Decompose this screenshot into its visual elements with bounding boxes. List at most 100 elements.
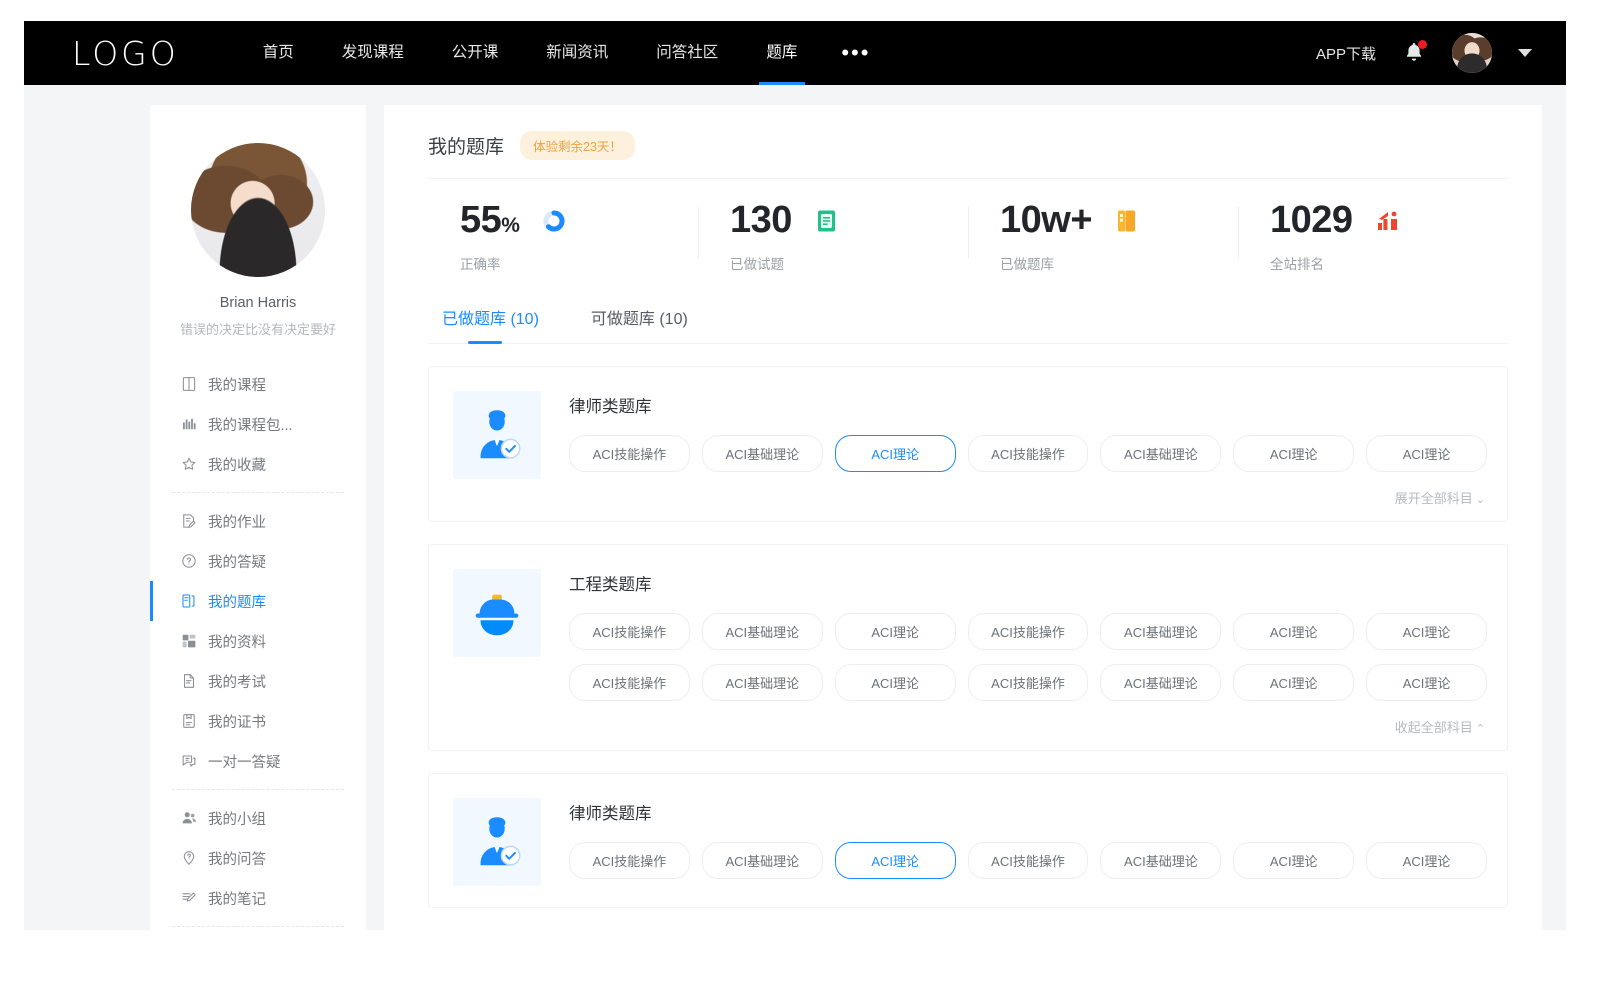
sidebar-item-label: 我的考试 bbox=[208, 671, 266, 692]
sidebar-item-12[interactable]: 我的小组 bbox=[150, 798, 366, 838]
profile-name: Brian Harris bbox=[160, 295, 356, 311]
profile-block: Brian Harris 错误的决定比没有决定要好 bbox=[150, 143, 366, 338]
app-download-link[interactable]: APP下载 bbox=[1316, 43, 1376, 64]
profile-picture[interactable] bbox=[191, 143, 325, 277]
subject-tag[interactable]: ACI基础理论 bbox=[702, 842, 823, 879]
subject-tag[interactable]: ACI理论 bbox=[835, 842, 956, 879]
sidebar-item-4[interactable]: 我的作业 bbox=[150, 501, 366, 541]
tag-row: ACI技能操作 ACI基础理论 ACI理论 ACI技能操作 ACI基础理论 ACI理论 AC… bbox=[569, 613, 1487, 650]
nav-more-icon[interactable]: ••• bbox=[821, 42, 890, 64]
subject-tag[interactable]: ACI理论 bbox=[1366, 842, 1487, 879]
subject-tag[interactable]: ACI技能操作 bbox=[569, 613, 690, 650]
toggle-subjects-button[interactable]: 展开全部科目⌄ bbox=[1395, 488, 1485, 507]
nav-item-4[interactable]: 问答社区 bbox=[632, 21, 742, 85]
subject-tag[interactable]: ACI理论 bbox=[1366, 664, 1487, 701]
stat-label: 全站排名 bbox=[1270, 253, 1508, 273]
subject-tag[interactable]: ACI基础理论 bbox=[1100, 435, 1221, 472]
subject-tag[interactable]: ACI理论 bbox=[835, 435, 956, 472]
subject-tag[interactable]: ACI基础理论 bbox=[1100, 613, 1221, 650]
sidebar-item-7[interactable]: 我的资料 bbox=[150, 621, 366, 661]
subject-tag[interactable]: ACI基础理论 bbox=[1100, 842, 1221, 879]
chevron-toggle-icon: ⌃ bbox=[1476, 723, 1485, 735]
stat-value-row: 55% bbox=[460, 201, 698, 241]
lawyer-avatar-icon bbox=[453, 391, 541, 479]
tag-row: ACI技能操作 ACI基础理论 ACI理论 ACI技能操作 ACI基础理论 ACI理论 AC… bbox=[569, 435, 1487, 472]
subject-tag[interactable]: ACI基础理论 bbox=[702, 664, 823, 701]
logo[interactable]: LOGO bbox=[72, 34, 179, 73]
stat-number: 10w+ bbox=[1000, 199, 1092, 241]
green-book-icon bbox=[814, 208, 840, 234]
question-bank-card[interactable]: 工程类题库ACI技能操作ACI基础理论ACI理论ACI技能操作ACI基础理论AC… bbox=[428, 544, 1508, 751]
card-title: 工程类题库 bbox=[569, 571, 1487, 595]
app-window: LOGO 首页发现课程公开课新闻资讯问答社区题库 ••• APP下载 Brian… bbox=[24, 21, 1566, 930]
question-bank-card[interactable]: 律师类题库ACI技能操作ACI基础理论ACI理论ACI技能操作ACI基础理论AC… bbox=[428, 773, 1508, 908]
card-footer: 收起全部科目⌃ bbox=[569, 715, 1487, 736]
subject-tag[interactable]: ACI基础理论 bbox=[1100, 664, 1221, 701]
sidebar-item-8[interactable]: 我的考试 bbox=[150, 661, 366, 701]
tab-1[interactable]: 可做题库 (10) bbox=[591, 305, 688, 343]
stat-value: 1029 bbox=[1270, 201, 1353, 241]
sidebar-item-2[interactable]: 我的收藏 bbox=[150, 444, 366, 484]
hardhat-icon bbox=[453, 569, 541, 657]
sidebar-item-label: 我的小组 bbox=[208, 808, 266, 829]
page-title: 我的题库 bbox=[428, 132, 504, 159]
chevron-down-icon[interactable] bbox=[1518, 49, 1532, 57]
card-title: 律师类题库 bbox=[569, 393, 1487, 417]
menu-divider bbox=[172, 789, 344, 790]
sidebar-item-1[interactable]: 我的课程包... bbox=[150, 404, 366, 444]
nav-item-5[interactable]: 题库 bbox=[742, 21, 821, 85]
subject-tag[interactable]: ACI技能操作 bbox=[569, 664, 690, 701]
sidebar-item-5[interactable]: 我的答疑 bbox=[150, 541, 366, 581]
group-icon bbox=[180, 809, 198, 827]
card-body: 工程类题库ACI技能操作ACI基础理论ACI理论ACI技能操作ACI基础理论AC… bbox=[569, 569, 1487, 736]
star-icon bbox=[180, 455, 198, 473]
stats-row: 55%正确率130已做试题10w+已做题库1029全站排名 bbox=[428, 179, 1508, 291]
donut-chart-icon bbox=[541, 208, 567, 234]
stat-card-1: 130 已做试题 bbox=[698, 201, 968, 273]
subject-tag[interactable]: ACI基础理论 bbox=[702, 435, 823, 472]
subject-tag[interactable]: ACI技能操作 bbox=[968, 435, 1089, 472]
nav-item-3[interactable]: 新闻资讯 bbox=[522, 21, 632, 85]
main-nav: 首页发现课程公开课新闻资讯问答社区题库 bbox=[239, 21, 822, 85]
sidebar-item-6[interactable]: 我的题库 bbox=[150, 581, 366, 621]
subject-tag[interactable]: ACI理论 bbox=[835, 613, 956, 650]
stat-card-0: 55%正确率 bbox=[428, 201, 698, 273]
tab-0[interactable]: 已做题库 (10) bbox=[442, 305, 539, 343]
menu-divider bbox=[172, 492, 344, 493]
toggle-subjects-label: 展开全部科目 bbox=[1395, 491, 1473, 506]
sidebar-item-9[interactable]: 我的证书 bbox=[150, 701, 366, 741]
nav-item-0[interactable]: 首页 bbox=[239, 21, 318, 85]
stat-value: 130 bbox=[730, 201, 792, 241]
toggle-subjects-button[interactable]: 收起全部科目⌃ bbox=[1395, 717, 1485, 736]
subject-tag[interactable]: ACI理论 bbox=[835, 664, 956, 701]
stat-label: 已做试题 bbox=[730, 253, 968, 273]
subject-tag[interactable]: ACI技能操作 bbox=[569, 435, 690, 472]
avatar[interactable] bbox=[1452, 33, 1492, 73]
subject-tag[interactable]: ACI理论 bbox=[1233, 664, 1354, 701]
subject-tag[interactable]: ACI技能操作 bbox=[968, 664, 1089, 701]
subject-tag[interactable]: ACI理论 bbox=[1233, 842, 1354, 879]
subject-tag[interactable]: ACI技能操作 bbox=[569, 842, 690, 879]
toggle-subjects-label: 收起全部科目 bbox=[1395, 720, 1473, 735]
stat-value: 10w+ bbox=[1000, 201, 1092, 241]
subject-tag[interactable]: ACI理论 bbox=[1366, 613, 1487, 650]
subject-tag[interactable]: ACI理论 bbox=[1366, 435, 1487, 472]
sidebar-item-14[interactable]: 我的笔记 bbox=[150, 878, 366, 918]
nav-item-1[interactable]: 发现课程 bbox=[318, 21, 428, 85]
stat-suffix: % bbox=[501, 214, 519, 237]
sidebar-item-label: 我的课程包... bbox=[208, 414, 293, 435]
sidebar-item-13[interactable]: 我的问答 bbox=[150, 838, 366, 878]
nav-item-2[interactable]: 公开课 bbox=[428, 21, 523, 85]
subject-tag[interactable]: ACI技能操作 bbox=[968, 613, 1089, 650]
sidebar-item-10[interactable]: 一对一答疑 bbox=[150, 741, 366, 781]
subject-tag[interactable]: ACI理论 bbox=[1233, 435, 1354, 472]
menu-divider bbox=[172, 926, 344, 927]
sidebar-item-label: 我的问答 bbox=[208, 848, 266, 869]
question-bank-card[interactable]: 律师类题库ACI技能操作ACI基础理论ACI理论ACI技能操作ACI基础理论AC… bbox=[428, 366, 1508, 522]
subject-tag[interactable]: ACI基础理论 bbox=[702, 613, 823, 650]
subject-tag[interactable]: ACI技能操作 bbox=[968, 842, 1089, 879]
notification-bell-icon[interactable] bbox=[1402, 40, 1426, 66]
sidebar-item-0[interactable]: 我的课程 bbox=[150, 364, 366, 404]
subject-tag[interactable]: ACI理论 bbox=[1233, 613, 1354, 650]
orange-book-icon bbox=[1114, 208, 1140, 234]
